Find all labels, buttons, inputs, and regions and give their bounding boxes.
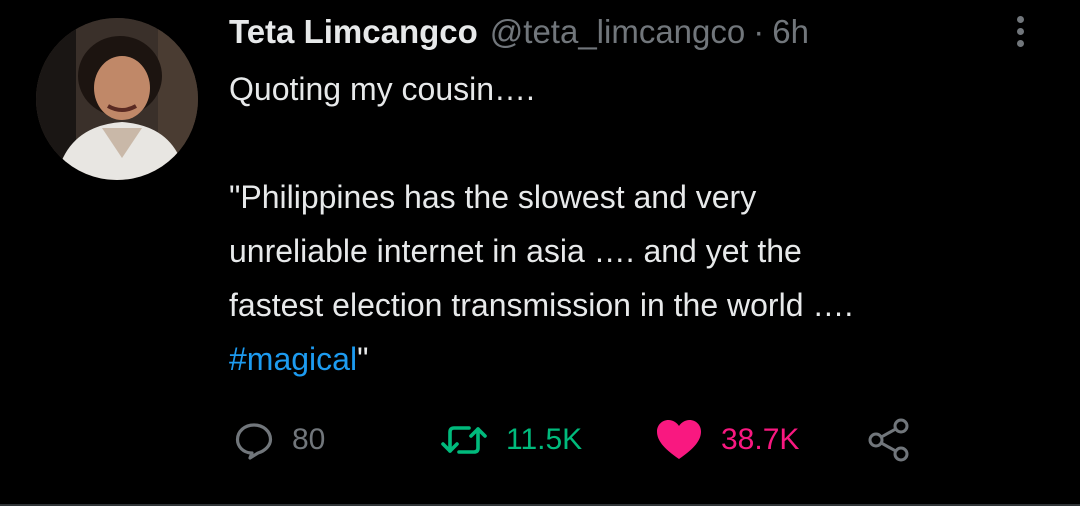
share-icon: [868, 418, 909, 462]
reply-count: 80: [292, 423, 326, 456]
retweet-count: 11.5K: [506, 423, 583, 456]
avatar[interactable]: [36, 18, 198, 180]
like-button[interactable]: 38.7K: [655, 412, 799, 468]
reply-button[interactable]: 80: [234, 412, 325, 468]
heart-icon: [657, 420, 701, 459]
separator-dot: ·: [753, 13, 765, 50]
avatar-image: [36, 18, 198, 180]
tweet-text: Quoting my cousin…. "Philippines has the…: [229, 62, 1049, 386]
more-options-icon[interactable]: [1008, 12, 1032, 52]
reply-icon: [235, 423, 273, 460]
share-button[interactable]: [866, 412, 912, 468]
action-bar: 80 11.5K 38.7K: [0, 412, 1080, 468]
like-count: 38.7K: [721, 423, 800, 456]
tweet-line-last: #magical": [229, 332, 1049, 386]
closing-quote: ": [357, 341, 369, 377]
tweet-line: unreliable internet in asia …. and yet t…: [229, 233, 802, 269]
tweet-line: Quoting my cousin….: [229, 71, 535, 107]
tweet-line: "Philippines has the slowest and very: [229, 179, 757, 215]
timestamp[interactable]: 6h: [772, 13, 809, 51]
hashtag-link[interactable]: #magical: [229, 341, 357, 377]
tweet-line: fastest election transmission in the wor…: [229, 287, 854, 323]
retweet-icon: [441, 426, 487, 454]
display-name[interactable]: Teta Limcangco: [229, 13, 478, 51]
tweet-header: Teta Limcangco @teta_limcangco · 6h: [229, 10, 809, 54]
user-handle[interactable]: @teta_limcangco: [490, 13, 745, 51]
retweet-button[interactable]: 11.5K: [440, 412, 582, 468]
